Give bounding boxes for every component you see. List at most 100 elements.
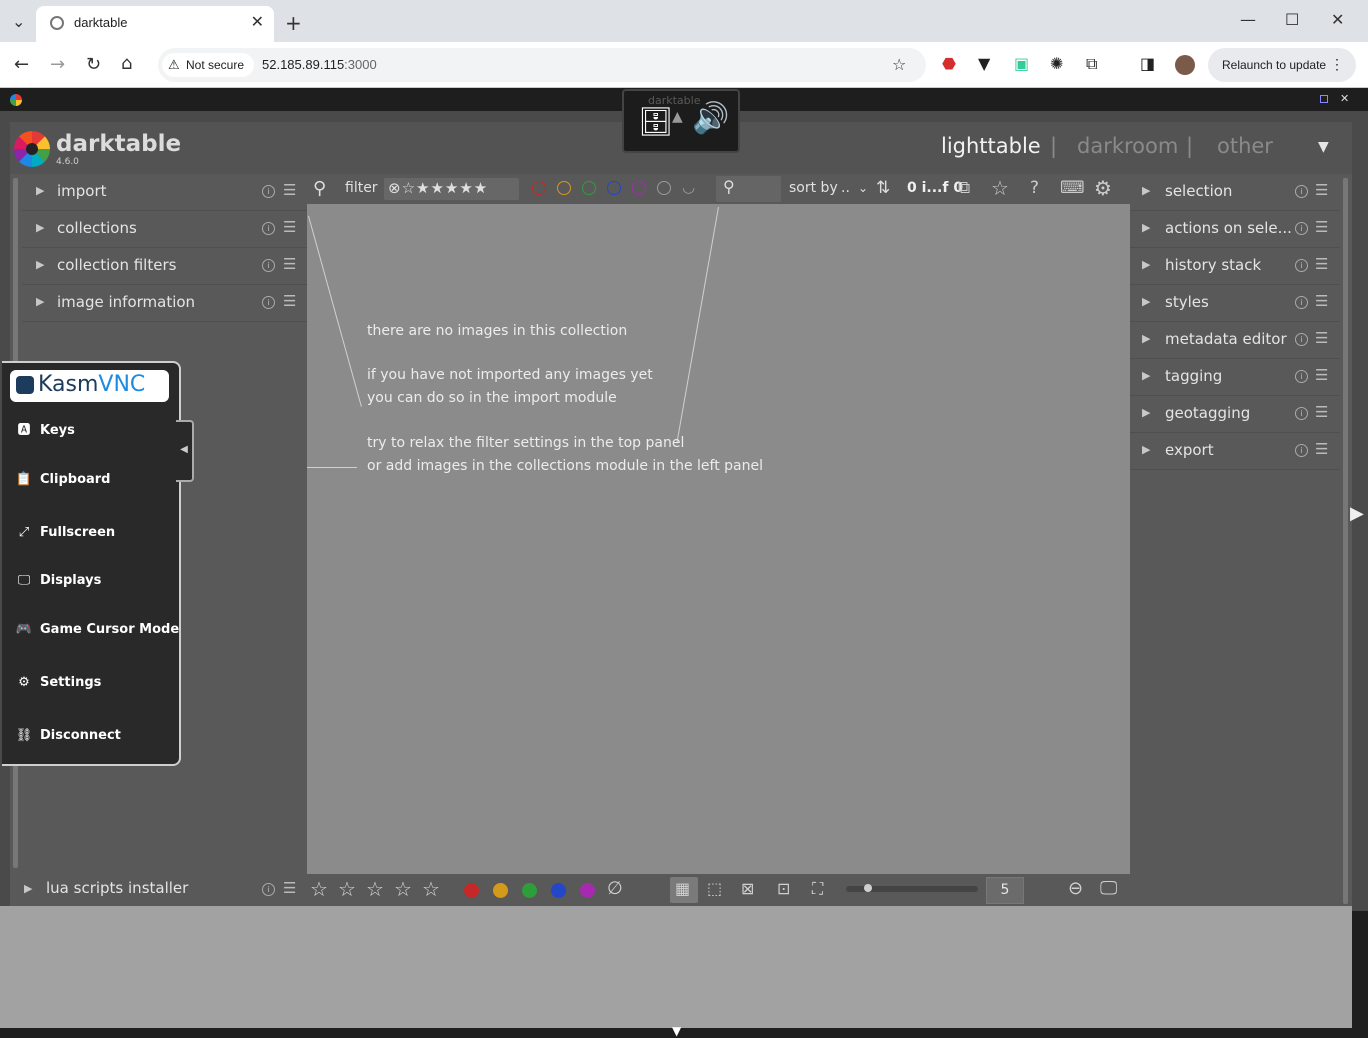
kasm-panel-handle[interactable]: ◀: [176, 420, 194, 482]
info-icon[interactable]: i: [262, 222, 275, 235]
label-purple-icon[interactable]: [580, 883, 595, 898]
presets-menu-icon[interactable]: ☰: [283, 255, 296, 273]
bookmark-star-icon[interactable]: ☆: [892, 55, 906, 74]
culling-dynamic-icon[interactable]: ⊡: [777, 879, 790, 898]
module-collections[interactable]: ▶ collections i ☰: [22, 211, 308, 248]
rating-filter-stars-icon[interactable]: ⊗☆★★★★★: [388, 179, 488, 197]
presets-menu-icon[interactable]: ☰: [283, 879, 296, 897]
presets-menu-icon[interactable]: ☰: [1315, 366, 1328, 384]
info-icon[interactable]: i: [1295, 222, 1308, 235]
module-collection-filters[interactable]: ▶ collection filters i ☰: [22, 248, 308, 285]
zoom-entry[interactable]: 5: [986, 877, 1024, 904]
rate-3-star-icon[interactable]: ☆: [366, 877, 384, 901]
info-icon[interactable]: i: [1295, 370, 1308, 383]
zoom-slider-knob[interactable]: [864, 884, 872, 892]
grouping-icon[interactable]: ⧉: [958, 178, 970, 198]
info-icon[interactable]: i: [1295, 333, 1308, 346]
url-text[interactable]: 52.185.89.115:3000: [262, 57, 377, 72]
presets-menu-icon[interactable]: ☰: [1315, 181, 1328, 199]
presets-menu-icon[interactable]: ☰: [1315, 292, 1328, 310]
rate-1-star-icon[interactable]: ☆: [310, 877, 328, 901]
reload-icon[interactable]: ↻: [86, 54, 101, 75]
color-filter-purple-icon[interactable]: [632, 181, 646, 195]
color-filter-and-or-icon[interactable]: ◡: [682, 178, 695, 196]
module-history-stack[interactable]: ▶ history stack i ☰: [1130, 248, 1340, 285]
presets-menu-icon[interactable]: ☰: [283, 218, 296, 236]
kasm-fullscreen-button[interactable]: ⤢ Fullscreen: [14, 525, 115, 540]
info-icon[interactable]: i: [262, 296, 275, 309]
extensions-puzzle-icon[interactable]: ⧉: [1086, 54, 1097, 74]
info-icon[interactable]: i: [262, 259, 275, 272]
rate-4-star-icon[interactable]: ☆: [394, 877, 412, 901]
focus-peaking-icon[interactable]: ⊖: [1068, 878, 1083, 899]
security-chip[interactable]: ⚠ Not secure: [162, 53, 254, 77]
label-yellow-icon[interactable]: [493, 883, 508, 898]
side-panel-icon[interactable]: ◨: [1140, 54, 1155, 73]
display-profile-icon[interactable]: 🖵: [1100, 878, 1117, 899]
home-icon[interactable]: ⌂: [121, 53, 132, 74]
module-actions-on-selection[interactable]: ▶ actions on sele... i ☰: [1130, 211, 1340, 248]
module-image-information[interactable]: ▶ image information i ☰: [22, 285, 308, 322]
extension-v-icon[interactable]: ▼: [978, 54, 990, 73]
info-icon[interactable]: i: [1295, 296, 1308, 309]
info-icon[interactable]: i: [262, 185, 275, 198]
view-darkroom[interactable]: darkroom: [1077, 134, 1178, 158]
preview-layout-icon[interactable]: ⛶: [812, 879, 823, 899]
forward-icon[interactable]: →: [50, 54, 65, 75]
presets-menu-icon[interactable]: ☰: [1315, 329, 1328, 347]
module-lua-scripts-installer[interactable]: ▶ lua scripts installer i ☰: [10, 874, 308, 906]
info-icon[interactable]: i: [1295, 407, 1308, 420]
overlays-star-icon[interactable]: ☆: [991, 176, 1009, 200]
minimize-icon[interactable]: —: [1240, 10, 1256, 29]
module-metadata-editor[interactable]: ▶ metadata editor i ☰: [1130, 322, 1340, 359]
filter-funnel-icon[interactable]: ⚲: [313, 178, 326, 199]
info-icon[interactable]: i: [1295, 185, 1308, 198]
module-tagging[interactable]: ▶ tagging i ☰: [1130, 359, 1340, 396]
label-blue-icon[interactable]: [551, 883, 566, 898]
presets-menu-icon[interactable]: ☰: [1315, 403, 1328, 421]
module-geotagging[interactable]: ▶ geotagging i ☰: [1130, 396, 1340, 433]
extension-gear-icon[interactable]: ✺: [1050, 54, 1063, 73]
kasm-game-cursor-button[interactable]: 🎮 Game Cursor Mode: [14, 622, 179, 637]
color-filter-blue-icon[interactable]: [607, 181, 621, 195]
presets-menu-icon[interactable]: ☰: [283, 181, 296, 199]
more-menu-icon[interactable]: ⋮: [1330, 56, 1344, 73]
views-dropdown-icon[interactable]: ▼: [1318, 139, 1329, 155]
sort-select[interactable]: ..: [841, 180, 850, 196]
label-red-icon[interactable]: [464, 883, 479, 898]
kasm-keys-button[interactable]: 🅰 Keys: [14, 419, 74, 438]
label-green-icon[interactable]: [522, 883, 537, 898]
kasm-settings-button[interactable]: ⚙ Settings: [14, 675, 101, 690]
zoomable-layout-icon[interactable]: ⬚: [707, 879, 722, 898]
close-window-icon[interactable]: ✕: [1331, 10, 1344, 29]
color-filter-green-icon[interactable]: [582, 181, 596, 195]
color-filter-yellow-icon[interactable]: [557, 181, 571, 195]
view-lighttable[interactable]: lighttable: [941, 134, 1041, 158]
sort-order-icon[interactable]: ⇅: [876, 178, 890, 198]
module-selection[interactable]: ▶ selection i ☰: [1130, 174, 1340, 211]
info-icon[interactable]: i: [1295, 444, 1308, 457]
kasm-displays-button[interactable]: 🖵 Displays: [14, 573, 102, 588]
culling-fixed-icon[interactable]: ⊠: [741, 879, 754, 898]
shortcuts-keyboard-icon[interactable]: ⌨: [1060, 178, 1085, 198]
extension-image-icon[interactable]: ▣: [1014, 54, 1029, 73]
right-panel-scrollbar[interactable]: [1343, 178, 1348, 904]
info-icon[interactable]: i: [262, 883, 275, 896]
module-export[interactable]: ▶ export i ☰: [1130, 433, 1340, 470]
presets-menu-icon[interactable]: ☰: [1315, 218, 1328, 236]
rate-5-star-icon[interactable]: ☆: [422, 877, 440, 901]
right-panel-collapse-icon[interactable]: ▶: [1350, 503, 1364, 524]
module-styles[interactable]: ▶ styles i ☰: [1130, 285, 1340, 322]
relaunch-button[interactable]: Relaunch to update ⋮: [1208, 48, 1356, 82]
new-tab-icon[interactable]: +: [285, 11, 302, 35]
presets-menu-icon[interactable]: ☰: [283, 292, 296, 310]
module-import[interactable]: ▶ import i ☰: [22, 174, 308, 211]
browser-tab[interactable]: darktable ✕: [36, 6, 274, 42]
presets-menu-icon[interactable]: ☰: [1315, 255, 1328, 273]
extension-stop-icon[interactable]: ⬣: [942, 54, 956, 73]
presets-menu-icon[interactable]: ☰: [1315, 440, 1328, 458]
maximize-icon[interactable]: ☐: [1285, 10, 1299, 29]
window-close-icon[interactable]: ✕: [1340, 92, 1349, 105]
tab-search-icon[interactable]: ⌄: [12, 12, 25, 31]
kasm-clipboard-button[interactable]: 📋 Clipboard: [14, 472, 111, 487]
